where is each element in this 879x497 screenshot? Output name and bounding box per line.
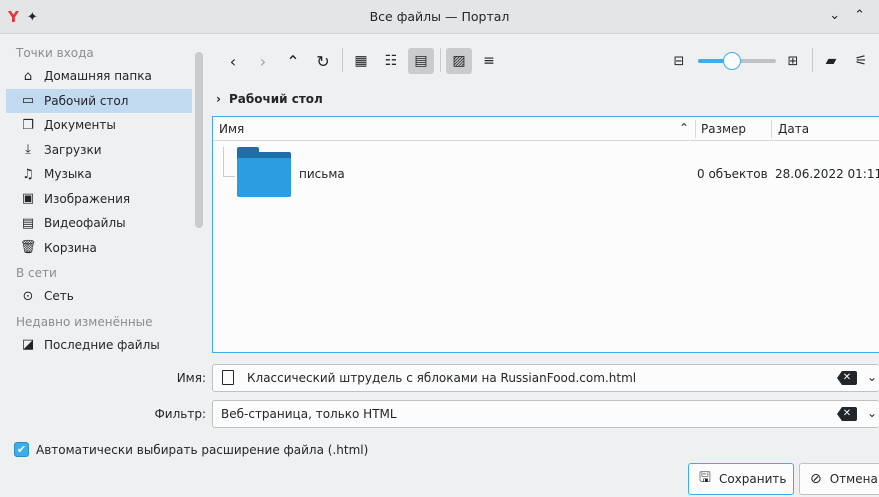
- sidebar-item-videos[interactable]: ▤ Видеофайлы: [6, 211, 192, 236]
- file-name: письма: [299, 167, 345, 181]
- forward-icon[interactable]: ›: [250, 48, 276, 74]
- filename-field[interactable]: Классический штрудель с яблоками на Russ…: [212, 364, 879, 392]
- sidebar-scrollbar[interactable]: [195, 52, 203, 228]
- sidebar-item-images[interactable]: ▣ Изображения: [6, 187, 192, 212]
- toolbar-separator: [812, 48, 813, 72]
- column-separator[interactable]: [695, 120, 696, 138]
- chevron-down-icon[interactable]: ⌄: [867, 370, 877, 384]
- section-title-recent: Недавно изменённые: [16, 314, 153, 329]
- cancel-button[interactable]: ⊘ Отмена: [799, 463, 879, 495]
- filter-label: Фильтр:: [154, 407, 206, 421]
- up-icon[interactable]: ⌃: [280, 48, 306, 74]
- zoom-in-icon[interactable]: ⊞: [780, 48, 806, 74]
- icons-view-icon[interactable]: ▦: [348, 48, 374, 74]
- filename-input[interactable]: Классический штрудель с яблоками на Russ…: [247, 371, 636, 385]
- toolbar-separator: [440, 48, 441, 72]
- music-icon: ♫: [22, 166, 34, 182]
- sidebar-item-trash[interactable]: 🗑 Корзина: [6, 236, 192, 261]
- sort-ascending-icon: ⌃: [679, 121, 690, 135]
- file-list-header: Имя ⌃ Размер Дата: [213, 117, 879, 141]
- name-label: Имя:: [176, 371, 206, 385]
- sidebar-item-label: Музыка: [44, 167, 92, 182]
- options-icon[interactable]: ⚟: [848, 48, 874, 74]
- zoom-slider[interactable]: [698, 52, 776, 70]
- network-icon: ⊙: [22, 288, 34, 304]
- toolbar: ‹ › ⌃ ↻ ▦ ☷ ▤ ▨ ≡ ⊟ ⊞ ▰ ⚟: [214, 40, 879, 84]
- table-row[interactable]: письма 0 объектов 28.06.2022 01:11: [213, 143, 879, 203]
- preview-icon[interactable]: ▨: [446, 48, 472, 74]
- document-icon: [222, 370, 234, 385]
- places-panel: Точки входа ⌂ Домашняя папка ▭ Рабочий с…: [6, 40, 192, 357]
- breadcrumb[interactable]: › Рабочий стол: [216, 92, 323, 106]
- column-header-date[interactable]: Дата: [778, 122, 809, 136]
- sidebar-item-label: Рабочий стол: [44, 93, 129, 108]
- images-icon: ▣: [21, 191, 35, 207]
- sidebar-item-music[interactable]: ♫ Музыка: [6, 162, 192, 187]
- compact-view-icon[interactable]: ☷: [378, 48, 404, 74]
- sidebar-item-recent-files[interactable]: ◪ Последние файлы: [6, 333, 192, 358]
- sidebar-item-label: Изображения: [44, 191, 131, 206]
- file-list[interactable]: Имя ⌃ Размер Дата письма 0 объектов 28.0…: [212, 116, 879, 353]
- save-icon: 🖫: [699, 470, 711, 486]
- file-size: 0 объектов: [697, 167, 768, 181]
- filter-input[interactable]: Веб-страница, только HTML: [221, 407, 397, 421]
- sidebar-item-downloads[interactable]: ⤓ Загрузки: [6, 138, 192, 163]
- toolbar-separator: [342, 48, 343, 72]
- window-title: Все файлы — Портал: [369, 9, 510, 24]
- save-button-label: Сохранить: [718, 472, 787, 486]
- downloads-icon: ⤓: [25, 142, 31, 158]
- chevron-down-icon[interactable]: ⌄: [829, 8, 840, 23]
- trash-icon: 🗑: [19, 240, 37, 256]
- tree-connector: [223, 147, 235, 177]
- documents-icon: ❐: [22, 117, 34, 133]
- sidebar-item-network[interactable]: ⊙ Сеть: [6, 284, 192, 309]
- zoom-slider-handle[interactable]: [723, 52, 742, 70]
- desktop-icon: ▭: [21, 93, 35, 109]
- auto-extension-option[interactable]: ✔ Автоматически выбирать расширение файл…: [14, 442, 368, 457]
- videos-icon: ▤: [21, 215, 35, 231]
- file-date: 28.06.2022 01:11: [775, 167, 879, 181]
- clear-icon[interactable]: ✕: [837, 407, 857, 421]
- new-folder-icon[interactable]: ▰: [818, 48, 844, 74]
- section-title-network: В сети: [16, 266, 57, 280]
- filter-field[interactable]: Веб-страница, только HTML ✕ ⌄: [212, 400, 879, 428]
- sidebar-item-desktop[interactable]: ▭ Рабочий стол: [6, 88, 192, 113]
- save-button[interactable]: 🖫 Сохранить: [688, 463, 794, 495]
- sort-icon[interactable]: ≡: [476, 48, 502, 74]
- back-icon[interactable]: ‹: [220, 48, 246, 74]
- sidebar-item-label: Последние файлы: [44, 337, 160, 352]
- auto-extension-checkbox[interactable]: ✔: [14, 442, 29, 457]
- sidebar-item-label: Загрузки: [44, 142, 102, 157]
- sidebar-item-documents[interactable]: ❐ Документы: [6, 113, 192, 138]
- chevron-up-icon[interactable]: ⌃: [854, 8, 865, 23]
- recent-files-icon: ◪: [21, 337, 35, 353]
- chevron-right-icon: ›: [216, 92, 221, 106]
- sidebar-item-label: Сеть: [44, 289, 74, 304]
- column-separator[interactable]: [771, 120, 772, 138]
- chevron-down-icon[interactable]: ⌄: [867, 406, 877, 420]
- sidebar-item-label: Видеофайлы: [44, 216, 126, 231]
- cancel-icon: ⊘: [810, 471, 822, 487]
- sidebar-item-label: Документы: [44, 118, 116, 133]
- sidebar-item-home[interactable]: ⌂ Домашняя папка: [6, 64, 192, 89]
- title-bar: Y ✦ Все файлы — Портал ⌄ ⌃: [0, 0, 879, 34]
- section-title-entry-points: Точки входа: [16, 46, 94, 60]
- breadcrumb-current[interactable]: Рабочий стол: [229, 92, 323, 106]
- clear-icon[interactable]: ✕: [837, 371, 857, 385]
- sidebar-item-label: Корзина: [44, 240, 97, 255]
- cancel-button-label: Отмена: [829, 472, 878, 486]
- folder-icon: [237, 147, 291, 197]
- reload-icon[interactable]: ↻: [310, 48, 336, 74]
- home-icon: ⌂: [23, 68, 33, 84]
- zoom-out-icon[interactable]: ⊟: [666, 48, 692, 74]
- column-header-name[interactable]: Имя: [219, 122, 244, 136]
- auto-extension-label: Автоматически выбирать расширение файла …: [36, 442, 369, 457]
- column-header-size[interactable]: Размер: [701, 122, 746, 136]
- detailed-view-icon[interactable]: ▤: [408, 48, 434, 74]
- sidebar-item-label: Домашняя папка: [44, 69, 152, 84]
